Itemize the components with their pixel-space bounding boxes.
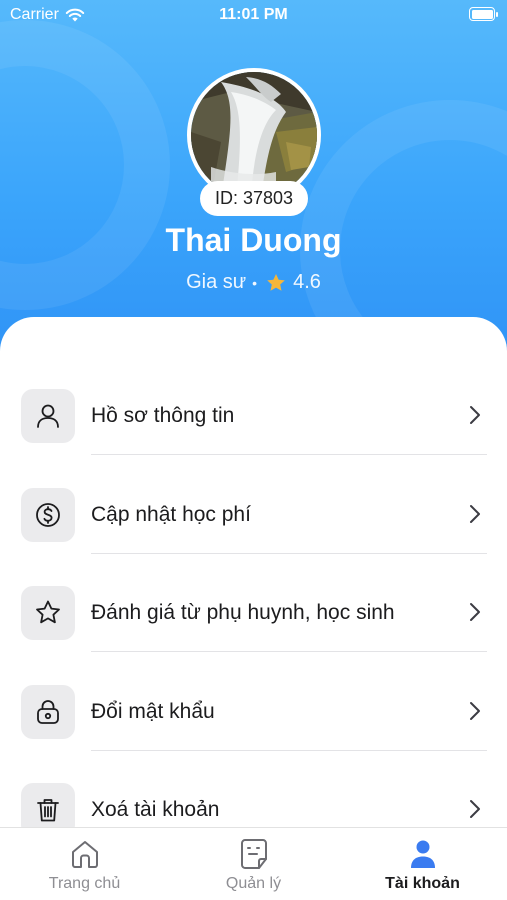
- star-rating-icon: [265, 272, 287, 294]
- chevron-right-icon: [470, 504, 480, 523]
- tab-label: Trang chủ: [48, 875, 121, 892]
- divider: [91, 651, 487, 652]
- header-decoration: [0, 20, 170, 310]
- home-icon: [71, 841, 98, 868]
- tab-manage[interactable]: Quản lý: [169, 828, 338, 900]
- meta-separator: •: [252, 274, 258, 291]
- tab-label: Quản lý: [225, 875, 282, 892]
- avatar-waterfall-photo: [191, 72, 317, 198]
- profile-name: Thai Duong: [165, 222, 342, 258]
- menu-item-label: Đổi mật khẩu: [91, 699, 215, 723]
- menu-item-label: Cập nhật học phí: [91, 502, 251, 526]
- star-icon: [21, 586, 75, 640]
- menu-item-change-password[interactable]: Đổi mật khẩu: [0, 668, 507, 767]
- profile-header: Carrier 11:01 PM ID: 37803 Thai Duong Gi…: [0, 0, 507, 360]
- status-time: 11:01 PM: [219, 6, 288, 23]
- menu-item-label: Đánh giá từ phụ huynh, học sinh: [91, 601, 395, 624]
- lock-icon: [21, 684, 75, 739]
- battery-icon: [469, 7, 498, 21]
- menu-item-label: Xoá tài khoản: [91, 798, 220, 821]
- menu-item-update-tuition[interactable]: Cập nhật học phí: [0, 471, 507, 570]
- profile-rating: 4.6: [293, 271, 321, 293]
- divider: [91, 454, 487, 455]
- dollar-icon: [21, 487, 75, 542]
- divider: [91, 749, 487, 751]
- person-icon: [410, 840, 435, 868]
- profile-role: Gia sư: [186, 271, 247, 293]
- user-icon: [21, 389, 75, 443]
- status-bar: Carrier 11:01 PM: [0, 0, 507, 32]
- tab-account[interactable]: Tài khoản: [338, 828, 507, 900]
- tab-bar: Trang chủ Quản lý Tài khoản: [0, 827, 507, 900]
- account-menu: Hồ sơ thông tin Cập nhật học phí Đánh gi…: [0, 372, 507, 865]
- chevron-right-icon: [470, 603, 480, 621]
- menu-sheet: Hồ sơ thông tin Cập nhật học phí Đánh gi…: [0, 317, 507, 900]
- tab-home[interactable]: Trang chủ: [0, 828, 169, 900]
- tab-label: Tài khoản: [385, 875, 460, 892]
- divider: [91, 552, 487, 554]
- user-id-badge: ID: 37803: [200, 181, 308, 216]
- chevron-right-icon: [470, 800, 480, 818]
- menu-item-profile-info[interactable]: Hồ sơ thông tin: [0, 372, 507, 471]
- menu-item-label: Hồ sơ thông tin: [91, 404, 235, 427]
- chevron-right-icon: [470, 701, 480, 720]
- menu-item-reviews[interactable]: Đánh giá từ phụ huynh, học sinh: [0, 569, 507, 668]
- document-icon: [240, 839, 267, 869]
- profile-meta: Gia sư • 4.6: [0, 271, 507, 294]
- chevron-right-icon: [470, 406, 480, 424]
